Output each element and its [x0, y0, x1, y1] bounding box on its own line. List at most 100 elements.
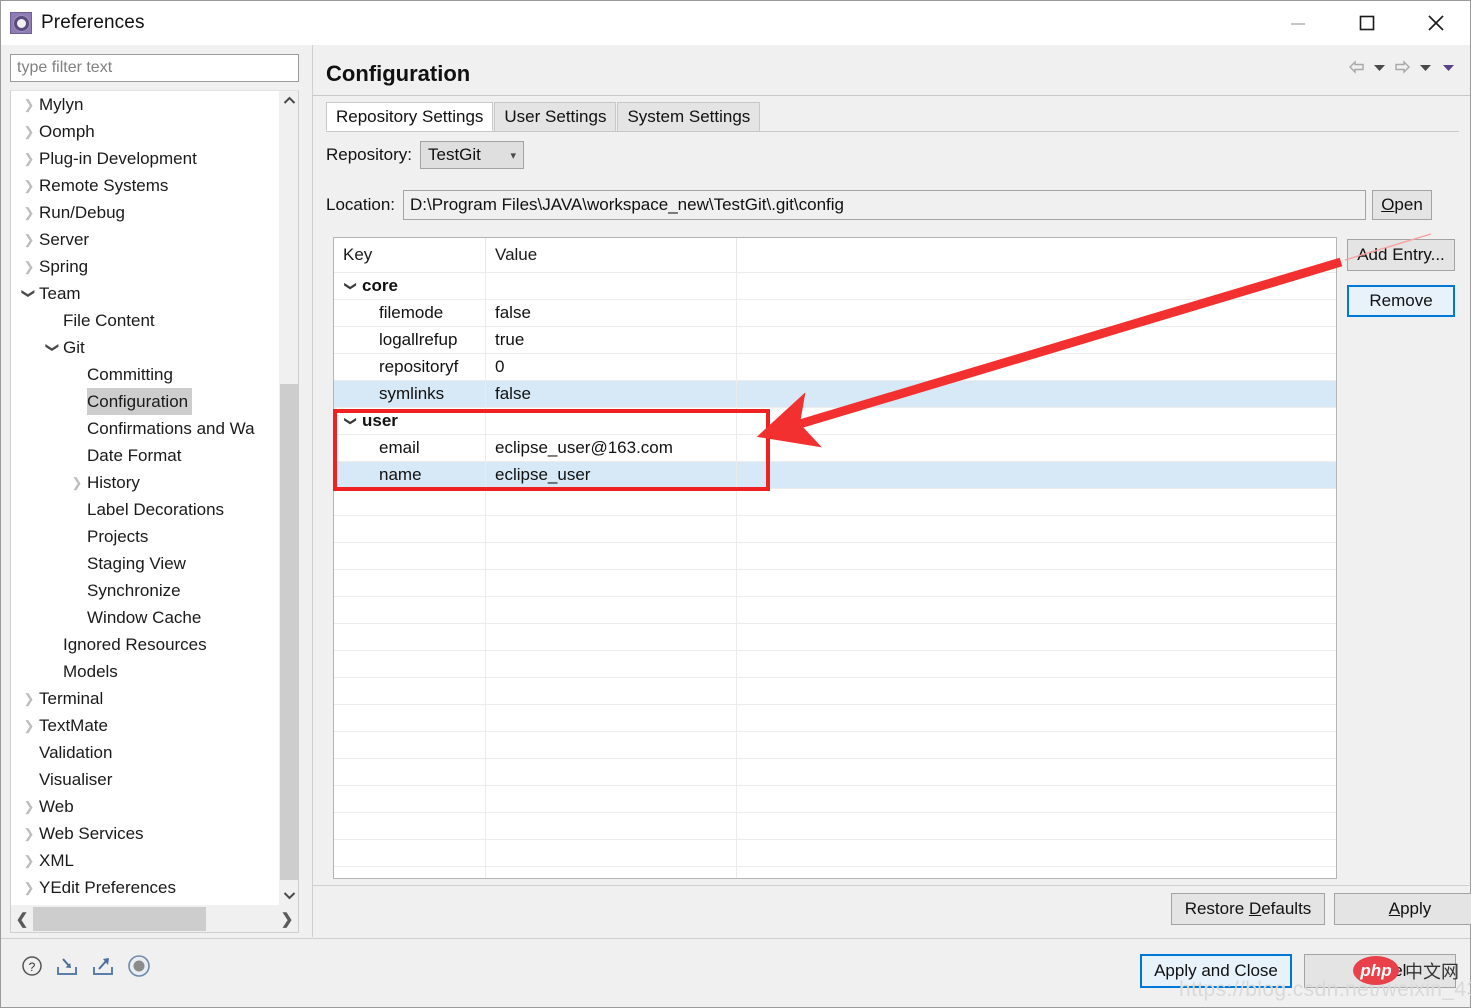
tree-item-window-cache[interactable]: Window Cache [11, 604, 279, 631]
table-body[interactable]: ❯ core filemode false logallrefup true reposit… [334, 272, 1336, 878]
import-icon[interactable] [55, 955, 79, 982]
table-row-empty[interactable] [334, 704, 1336, 731]
toggle-icon[interactable] [127, 954, 151, 983]
tree-item-spring[interactable]: ❯ Spring [11, 253, 279, 280]
minimize-button[interactable] [1263, 1, 1332, 45]
chevron-right-icon[interactable]: ❯ [19, 91, 39, 118]
view-menu-icon[interactable] [1438, 55, 1458, 79]
apply-button[interactable]: Apply [1334, 893, 1471, 925]
tree-item-oomph[interactable]: ❯ Oomph [11, 118, 279, 145]
forward-dropdown-icon[interactable] [1415, 55, 1435, 79]
chevron-down-icon[interactable]: ❯ [338, 413, 364, 429]
remove-button[interactable]: Remove [1347, 285, 1455, 317]
tree-item-visualiser[interactable]: Visualiser [11, 766, 279, 793]
tree-item-staging-view[interactable]: Staging View [11, 550, 279, 577]
tree-item-file-content[interactable]: File Content [11, 307, 279, 334]
chevron-right-icon[interactable]: ❯ [19, 847, 39, 874]
tree-item-mylyn[interactable]: ❯ Mylyn [11, 91, 279, 118]
tree-item-history[interactable]: ❯ History [11, 469, 279, 496]
table-row[interactable]: ❯ core [334, 272, 1336, 299]
chevron-down-icon[interactable]: ❯ [40, 338, 67, 358]
table-row-empty[interactable] [334, 515, 1336, 542]
tree-item-configuration[interactable]: Configuration [11, 388, 279, 415]
tree-item-synchronize[interactable]: Synchronize [11, 577, 279, 604]
tree-scroll-thumb[interactable] [280, 384, 299, 880]
restore-defaults-button[interactable]: Restore Defaults [1171, 893, 1325, 925]
table-row-empty[interactable] [334, 650, 1336, 677]
table-row-empty[interactable] [334, 569, 1336, 596]
table-row-empty[interactable] [334, 866, 1336, 878]
back-arrow-icon[interactable] [1346, 55, 1366, 79]
add-entry-button[interactable]: Add Entry... [1347, 239, 1455, 271]
help-icon[interactable]: ? [21, 955, 43, 982]
chevron-right-icon[interactable]: ❯ [19, 793, 39, 820]
table-row-empty[interactable] [334, 758, 1336, 785]
scroll-right-button[interactable]: ❯ [276, 905, 298, 932]
tree-item-confirmations-and-wa[interactable]: Confirmations and Wa [11, 415, 279, 442]
export-icon[interactable] [91, 955, 115, 982]
chevron-right-icon[interactable]: ❯ [19, 172, 39, 199]
scroll-up-button[interactable] [280, 91, 298, 110]
table-row-empty[interactable] [334, 677, 1336, 704]
tree-item-run-debug[interactable]: ❯ Run/Debug [11, 199, 279, 226]
close-button[interactable] [1401, 1, 1470, 45]
open-button[interactable]: Open [1372, 190, 1432, 220]
chevron-right-icon[interactable]: ❯ [19, 820, 39, 847]
tree-item-projects[interactable]: Projects [11, 523, 279, 550]
table-row[interactable]: email eclipse_user@163.com [334, 434, 1336, 461]
table-row[interactable]: filemode false [334, 299, 1336, 326]
chevron-right-icon[interactable]: ❯ [67, 469, 87, 496]
tree-item-remote-systems[interactable]: ❯ Remote Systems [11, 172, 279, 199]
column-header-key[interactable]: Key [334, 238, 486, 272]
location-field[interactable]: D:\Program Files\JAVA\workspace_new\Test… [403, 190, 1366, 220]
tree-item-server[interactable]: ❯ Server [11, 226, 279, 253]
tab-user-settings[interactable]: User Settings [494, 102, 617, 131]
tree-horizontal-scrollbar[interactable]: ❮ ❯ [11, 905, 298, 932]
table-row-empty[interactable] [334, 488, 1336, 515]
tree-item-plug-in-development[interactable]: ❯ Plug-in Development [11, 145, 279, 172]
tree-hscroll-thumb[interactable] [33, 906, 206, 931]
maximize-button[interactable] [1332, 1, 1401, 45]
preference-tree[interactable]: ❯ Mylyn ❯ Oomph ❯ Plug-in Development ❯ Remote … [10, 90, 299, 933]
back-dropdown-icon[interactable] [1369, 55, 1389, 79]
tree-item-team[interactable]: ❯ Team [11, 280, 279, 307]
preference-tree-list[interactable]: ❯ Mylyn ❯ Oomph ❯ Plug-in Development ❯ Remote … [11, 91, 279, 905]
tree-item-validation[interactable]: Validation [11, 739, 279, 766]
table-row[interactable]: symlinks false [334, 380, 1336, 407]
chevron-right-icon[interactable]: ❯ [19, 199, 39, 226]
tree-item-xml[interactable]: ❯ XML [11, 847, 279, 874]
chevron-down-icon[interactable]: ❯ [16, 284, 43, 304]
column-header-value[interactable]: Value [486, 238, 737, 272]
table-row-empty[interactable] [334, 623, 1336, 650]
repository-combo[interactable]: TestGit ▾ [419, 141, 524, 169]
table-row-empty[interactable] [334, 731, 1336, 758]
table-row-empty[interactable] [334, 839, 1336, 866]
chevron-down-icon[interactable]: ❯ [338, 278, 364, 294]
tab-system-settings[interactable]: System Settings [617, 102, 761, 131]
chevron-right-icon[interactable]: ❯ [19, 118, 39, 145]
chevron-right-icon[interactable]: ❯ [19, 874, 39, 901]
tree-item-models[interactable]: Models [11, 658, 279, 685]
forward-arrow-icon[interactable] [1392, 55, 1412, 79]
scroll-down-button[interactable] [280, 886, 299, 905]
tree-item-label-decorations[interactable]: Label Decorations [11, 496, 279, 523]
chevron-right-icon[interactable]: ❯ [19, 712, 39, 739]
chevron-right-icon[interactable]: ❯ [19, 226, 39, 253]
tree-item-date-format[interactable]: Date Format [11, 442, 279, 469]
table-row[interactable]: name eclipse_user [334, 461, 1336, 488]
settings-tabs[interactable]: Repository Settings User Settings System S… [326, 102, 1459, 132]
tree-item-ignored-resources[interactable]: Ignored Resources [11, 631, 279, 658]
tree-item-textmate[interactable]: ❯ TextMate [11, 712, 279, 739]
tab-repository-settings[interactable]: Repository Settings [326, 102, 494, 131]
scroll-left-button[interactable]: ❮ [11, 905, 33, 932]
chevron-right-icon[interactable]: ❯ [19, 253, 39, 280]
table-row-empty[interactable] [334, 542, 1336, 569]
tree-item-terminal[interactable]: ❯ Terminal [11, 685, 279, 712]
table-row-empty[interactable] [334, 785, 1336, 812]
tree-item-web[interactable]: ❯ Web [11, 793, 279, 820]
table-row-empty[interactable] [334, 596, 1336, 623]
chevron-right-icon[interactable]: ❯ [19, 685, 39, 712]
table-row[interactable]: ❯ user [334, 407, 1336, 434]
cancel-button[interactable]: Cancel [1304, 954, 1456, 988]
config-table[interactable]: Key Value ❯ core filemode false logallrefup t… [333, 237, 1337, 879]
